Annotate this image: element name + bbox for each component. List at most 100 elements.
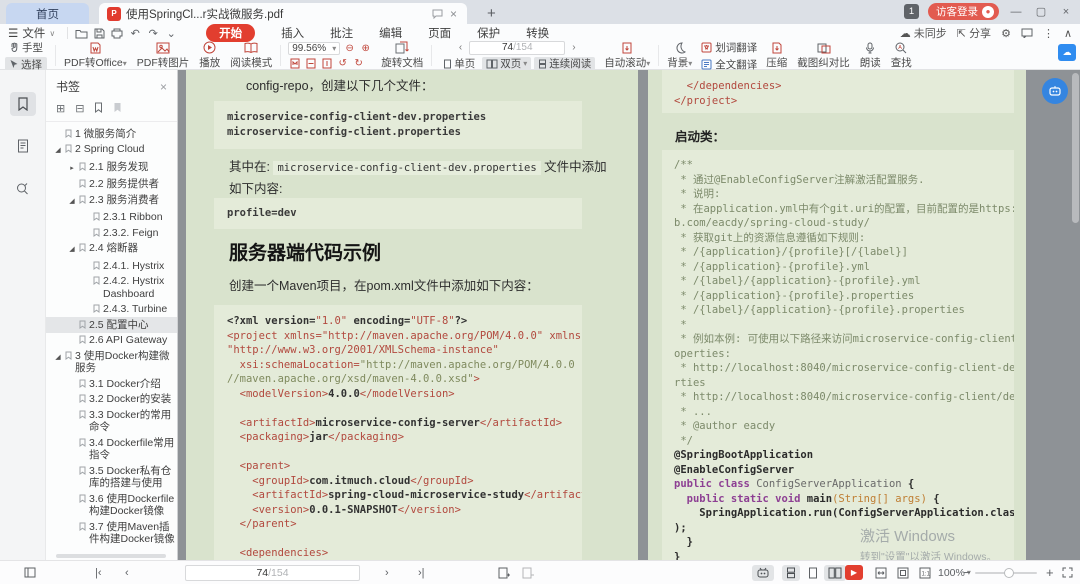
tree-toggle-icon[interactable]: ◢ [68,242,76,257]
double-page-view-icon[interactable] [824,564,846,581]
screenshot-compare-button[interactable]: 截图纠对比 [792,42,855,69]
bookmark-item[interactable]: ◢ 2.4 熔断器 [46,241,177,259]
slideshow-play-button[interactable]: ▶ [845,565,863,580]
actual-size-icon[interactable]: 1:1 [919,567,931,579]
zoom-in-icon[interactable]: + [1046,565,1054,580]
annotations-panel-icon[interactable] [10,176,36,200]
menu-tab-保护[interactable]: 保护 [477,25,500,41]
read-aloud-button[interactable]: 朗读 [855,42,886,69]
bookmarks-panel-icon[interactable] [9,92,36,116]
menu-tab-编辑[interactable]: 编辑 [379,25,402,41]
tab-close-icon[interactable]: × [448,7,459,21]
menu-tab-开始[interactable]: 开始 [206,24,256,42]
sync-status[interactable]: ☁ 未同步 [900,25,947,41]
bookmark-item[interactable]: 2.4.3. Turbine [46,302,177,318]
add-bookmark-icon[interactable] [94,102,103,115]
bookmark-item[interactable]: 3.2 Docker的安装 [46,392,177,408]
bookmark-item[interactable]: 3.5 Docker私有仓库的搭建与使用 [46,463,177,491]
bookmark-item[interactable]: 3.6 使用Dockerfile构建Docker镜像 [46,491,177,519]
previous-page-icon[interactable]: ‹ [455,42,466,53]
zoom-out-icon[interactable]: − [963,565,971,580]
bookmark-item[interactable]: 3.3 Docker的常用命令 [46,407,177,435]
eye-protection-icon[interactable] [752,564,774,581]
single-page-view-button[interactable]: 单页 [439,57,479,71]
pin-icon[interactable]: ⌄ [162,27,180,40]
settings-gear-icon[interactable]: ⚙ [1001,27,1011,40]
cloud-docs-badge[interactable]: ☁ [1058,44,1076,61]
menu-tab-转换[interactable]: 转换 [526,25,549,41]
menu-tab-插入[interactable]: 插入 [281,25,304,41]
page-number-input[interactable]: 74/154 [469,40,566,55]
fullscreen-icon[interactable] [1062,567,1073,578]
vertical-scrollbar[interactable] [1072,73,1079,223]
panel-close-icon[interactable]: × [160,80,167,94]
bookmark-item[interactable]: 2.5 配置中心 [46,317,177,333]
bookmark-item[interactable]: 2.3.1 Ribbon [46,210,177,226]
document-tab[interactable]: P 使用SpringCl...r实战微服务.pdf × [99,3,467,24]
pdf-to-image-button[interactable]: PDF转图片 [132,42,195,69]
bookmark-item[interactable]: 2.4.2. Hystrix Dashboard [46,274,177,302]
redo-icon[interactable]: ↷ [144,27,162,40]
rotate-left-icon[interactable]: ↺ [336,57,349,69]
collapse-all-icon[interactable]: ⊟ [75,102,84,115]
panel-toggle-icon[interactable] [24,567,36,578]
rotate-right-icon[interactable]: ↻ [352,57,365,69]
thumbnails-panel-icon[interactable] [10,134,36,158]
more-kebab-icon[interactable]: ⋮ [1043,27,1054,40]
play-button[interactable]: 播放 [194,41,225,69]
fit-page-icon[interactable] [288,57,301,69]
home-tab[interactable]: 首页 [6,3,89,24]
zoom-slider-knob[interactable] [1004,568,1014,578]
zoom-out-icon[interactable]: ⊖ [343,43,356,55]
tree-toggle-icon[interactable]: ◢ [68,194,76,209]
tree-toggle-icon[interactable]: ◢ [54,350,62,365]
bookmark-item[interactable]: 2.3.2. Feign [46,225,177,241]
expand-all-icon[interactable]: ⊞ [56,102,65,115]
new-tab-button[interactable]: + [481,5,502,24]
bookmark-item[interactable]: 2.2 服务提供者 [46,177,177,193]
double-page-view-button[interactable]: 双页 ▾ [482,56,532,71]
bookmark-icon[interactable] [113,102,122,115]
bookmark-item[interactable]: 2.6 API Gateway [46,333,177,349]
read-mode-button[interactable]: 阅读模式 [225,42,277,69]
next-page-icon[interactable]: › [385,567,389,579]
page-number-input[interactable]: 74/154 [185,564,360,581]
fit-width-icon[interactable] [304,57,317,69]
background-button[interactable]: 背景▾ [662,41,697,69]
menu-tab-页面[interactable]: 页面 [428,25,451,41]
close-button[interactable]: × [1058,6,1074,18]
share-button[interactable]: ⇱ 分享 [957,25,991,41]
pdf-to-office-button[interactable]: PDF转Office▾ [59,42,132,69]
guest-login-button[interactable]: 访客登录 ● [928,3,999,20]
minimize-button[interactable]: — [1008,6,1024,18]
bookmark-item[interactable]: ◢ 3.8 Docker Compose [46,547,177,551]
first-page-icon[interactable]: |‹ [95,567,102,579]
find-button[interactable]: A 查找 [886,42,917,69]
bookmark-item[interactable]: ◢ 2 Spring Cloud [46,142,177,160]
word-translate-button[interactable]: 划词翻译 [701,40,757,55]
actual-size-icon[interactable] [320,57,333,69]
tree-toggle-icon[interactable]: ◢ [68,549,76,551]
continuous-view-icon[interactable] [782,564,800,581]
collapse-ribbon-icon[interactable]: ∧ [1064,27,1072,40]
bookmark-item[interactable]: ▸ 2.1 服务发现 [46,159,177,177]
bookmark-item[interactable]: 3.1 Docker介绍 [46,376,177,392]
single-page-view-icon[interactable] [804,565,822,581]
bookmark-item[interactable]: 3.7 使用Maven插件构建Docker镜像 [46,519,177,547]
auto-scroll-button[interactable]: 自动滚动▾ [599,42,655,69]
tab-comment-icon[interactable] [432,9,443,19]
horizontal-scrollbar[interactable] [56,554,166,558]
tree-toggle-icon[interactable]: ◢ [54,143,62,158]
insert-page-icon[interactable] [498,567,510,579]
print-icon[interactable] [108,28,126,39]
next-page-icon[interactable]: › [568,42,579,53]
rotate-document-button[interactable]: 旋转文档 [376,41,428,69]
bookmark-item[interactable]: 2.4.1. Hystrix [46,258,177,274]
fit-page-icon[interactable] [897,567,909,579]
zoom-in-icon[interactable]: ⊕ [359,43,372,55]
extract-page-icon[interactable] [522,567,534,579]
tree-toggle-icon[interactable]: ▸ [68,161,76,176]
message-badge[interactable]: 1 [904,4,919,19]
save-icon[interactable] [90,28,108,39]
zoom-level-select[interactable]: 99.56% ▾ [288,42,341,55]
